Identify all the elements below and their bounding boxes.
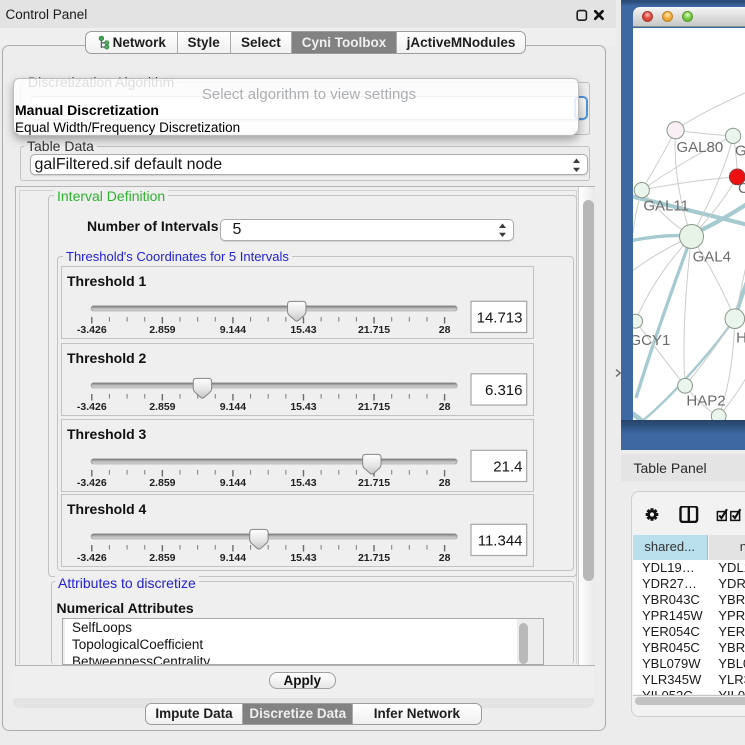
svg-text:15.43: 15.43 xyxy=(290,323,316,335)
svg-text:-3.426: -3.426 xyxy=(77,401,107,413)
svg-text:GCY1: GCY1 xyxy=(633,331,670,348)
svg-text:HA: HA xyxy=(736,329,745,346)
svg-text:11.344: 11.344 xyxy=(478,533,523,550)
svg-text:Threshold 4: Threshold 4 xyxy=(67,501,147,517)
svg-text:HAP2: HAP2 xyxy=(686,392,725,409)
svg-text:9.144: 9.144 xyxy=(220,401,246,413)
svg-text:9.144: 9.144 xyxy=(220,323,246,335)
svg-text:GAL4: GAL4 xyxy=(692,248,730,265)
svg-text:Threshold 3: Threshold 3 xyxy=(67,426,147,442)
svg-text:Threshold 2: Threshold 2 xyxy=(67,350,147,366)
svg-text:15.43: 15.43 xyxy=(290,552,316,564)
svg-text:15.43: 15.43 xyxy=(290,401,316,413)
svg-text:2.859: 2.859 xyxy=(149,552,175,564)
svg-text:2.859: 2.859 xyxy=(149,477,175,489)
svg-text:21.715: 21.715 xyxy=(358,401,390,413)
svg-text:2.859: 2.859 xyxy=(149,323,175,335)
svg-text:15.43: 15.43 xyxy=(290,477,316,489)
svg-text:14.713: 14.713 xyxy=(477,309,523,326)
svg-text:-3.426: -3.426 xyxy=(77,477,107,489)
svg-text:-3.426: -3.426 xyxy=(77,552,107,564)
svg-text:GAL11: GAL11 xyxy=(643,197,689,214)
svg-text:CY: CY xyxy=(738,179,745,196)
svg-text:Threshold 1: Threshold 1 xyxy=(67,273,147,289)
svg-text:9.144: 9.144 xyxy=(220,477,246,489)
svg-text:28: 28 xyxy=(439,552,451,564)
svg-text:28: 28 xyxy=(439,323,451,335)
svg-text:-3.426: -3.426 xyxy=(77,323,107,335)
svg-text:GAL80: GAL80 xyxy=(676,138,723,155)
svg-text:28: 28 xyxy=(439,477,451,489)
svg-text:21.715: 21.715 xyxy=(358,477,390,489)
svg-text:21.715: 21.715 xyxy=(358,323,390,335)
svg-text:6.316: 6.316 xyxy=(485,382,523,399)
svg-text:9.144: 9.144 xyxy=(220,552,246,564)
svg-text:GA: GA xyxy=(735,142,745,159)
svg-text:2.859: 2.859 xyxy=(149,401,175,413)
svg-text:28: 28 xyxy=(439,401,451,413)
svg-text:21.4: 21.4 xyxy=(493,459,522,476)
svg-text:21.715: 21.715 xyxy=(358,552,390,564)
